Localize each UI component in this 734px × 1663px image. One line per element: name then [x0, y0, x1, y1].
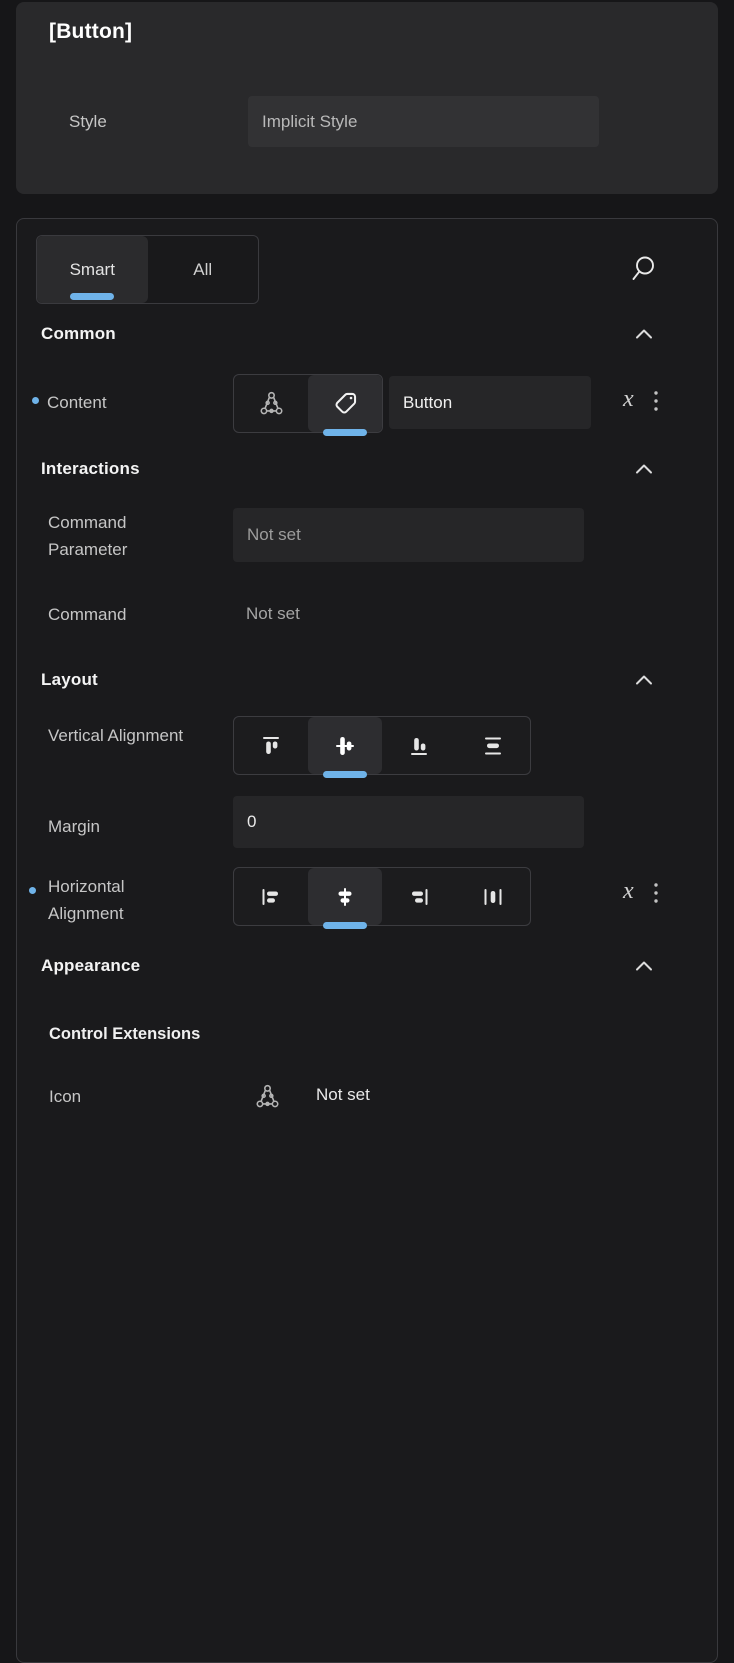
style-input[interactable]: Implicit Style — [248, 96, 599, 147]
horizontal-alignment-more-options-button[interactable] — [653, 881, 659, 905]
chevron-up-icon — [633, 462, 655, 476]
property-inspector-card: Smart All Common Content — [16, 218, 718, 1663]
section-header-common: Common — [41, 324, 116, 344]
kebab-menu-icon — [653, 881, 659, 905]
horizontal-align-stretch-button[interactable] — [456, 868, 530, 925]
horizontal-align-center-button[interactable] — [308, 868, 382, 925]
horizontal-stretch-icon — [480, 884, 506, 910]
content-editor-toggle — [233, 374, 383, 433]
align-top-icon — [258, 733, 284, 759]
resource-molecule-icon — [254, 1083, 281, 1110]
align-left-icon — [258, 884, 284, 910]
content-more-options-button[interactable] — [653, 389, 659, 413]
horizontal-align-right-button[interactable] — [382, 868, 456, 925]
align-bottom-icon — [406, 733, 432, 759]
chevron-up-icon — [633, 673, 655, 687]
command-parameter-label: Command Parameter — [48, 509, 198, 563]
selected-editor-indicator — [323, 429, 367, 436]
selected-element-title: [Button] — [49, 20, 132, 44]
selected-element-card: [Button] Style Implicit Style — [16, 2, 718, 194]
icon-property-value: Not set — [316, 1085, 370, 1105]
chevron-up-icon — [633, 327, 655, 341]
tab-smart-label: Smart — [70, 260, 115, 280]
vertical-alignment-label: Vertical Alignment — [48, 722, 188, 749]
tab-smart[interactable]: Smart — [37, 236, 148, 303]
selected-tab-indicator — [70, 293, 114, 300]
margin-input[interactable]: 0 — [233, 796, 584, 848]
horizontal-alignment-label: Horizontal Alignment — [48, 873, 188, 927]
section-header-layout: Layout — [41, 670, 98, 690]
command-label: Command — [48, 601, 208, 628]
collapse-appearance-button[interactable] — [633, 959, 655, 973]
command-parameter-input[interactable]: Not set — [233, 508, 584, 562]
align-horizontal-center-icon — [332, 884, 358, 910]
content-literal-editor-button[interactable] — [308, 375, 382, 432]
style-value: Implicit Style — [262, 112, 357, 132]
selected-horizontal-alignment-indicator — [323, 922, 367, 929]
tab-all-label: All — [193, 260, 212, 280]
horizontal-alignment-modified-dot — [29, 887, 36, 894]
vertical-align-center-button[interactable] — [308, 717, 382, 774]
subsection-header-control-extensions: Control Extensions — [49, 1025, 200, 1044]
selected-vertical-alignment-indicator — [323, 771, 367, 778]
command-parameter-value: Not set — [247, 525, 301, 545]
chevron-up-icon — [633, 959, 655, 973]
tag-icon — [332, 390, 359, 417]
vertical-align-stretch-button[interactable] — [456, 717, 530, 774]
resource-molecule-icon — [258, 390, 285, 417]
collapse-interactions-button[interactable] — [633, 462, 655, 476]
align-right-icon — [406, 884, 432, 910]
icon-resource-picker-button[interactable] — [254, 1083, 281, 1110]
vertical-alignment-control — [233, 716, 531, 775]
vertical-align-top-button[interactable] — [234, 717, 308, 774]
horizontal-align-left-button[interactable] — [234, 868, 308, 925]
search-icon — [628, 254, 658, 284]
content-resource-editor-button[interactable] — [234, 375, 308, 432]
section-header-appearance: Appearance — [41, 956, 140, 976]
style-label: Style — [69, 108, 107, 135]
margin-value: 0 — [247, 812, 256, 832]
content-label: Content — [47, 389, 207, 416]
view-tabs: Smart All — [36, 235, 259, 304]
icon-property-label: Icon — [49, 1083, 209, 1110]
kebab-menu-icon — [653, 389, 659, 413]
collapse-layout-button[interactable] — [633, 673, 655, 687]
content-value-input[interactable]: Button — [389, 376, 591, 429]
content-value: Button — [403, 393, 452, 413]
horizontal-alignment-control — [233, 867, 531, 926]
align-vertical-center-icon — [332, 733, 358, 759]
horizontal-alignment-advanced-x-marker[interactable]: x — [623, 879, 634, 903]
section-header-interactions: Interactions — [41, 459, 140, 479]
content-modified-dot — [32, 397, 39, 404]
margin-label: Margin — [48, 813, 208, 840]
collapse-common-button[interactable] — [633, 327, 655, 341]
command-value: Not set — [246, 604, 300, 624]
content-advanced-x-marker[interactable]: x — [623, 387, 634, 411]
tab-all[interactable]: All — [148, 236, 259, 303]
search-properties-button[interactable] — [625, 251, 661, 287]
vertical-align-bottom-button[interactable] — [382, 717, 456, 774]
vertical-stretch-icon — [480, 733, 506, 759]
